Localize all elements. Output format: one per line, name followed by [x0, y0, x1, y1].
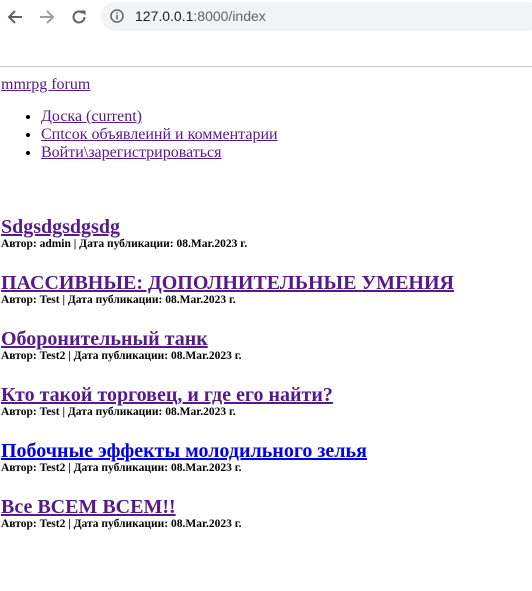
post-title-link[interactable]: Побочные эффекты молодильного зелья: [1, 440, 531, 462]
nav-link-board[interactable]: Доска (current): [41, 108, 142, 125]
post-title-link[interactable]: Все ВСЕМ ВСЕМ!!: [1, 496, 531, 518]
post-meta: Автор: Test | Дата публикации: 08.Mar.20…: [1, 294, 236, 306]
post-title-link[interactable]: ПАССИВНЫЕ: ДОПОЛНИТЕЛЬНЫЕ УМЕНИЯ: [1, 272, 531, 294]
nav-link-login[interactable]: Войти\зарегистрироваться: [41, 144, 222, 161]
main-nav: Доска (current) Спtсок объявлеинй и комм…: [0, 108, 278, 162]
browser-toolbar: 127.0.0.1:8000/index: [0, 0, 532, 34]
address-bar[interactable]: 127.0.0.1:8000/index: [101, 2, 532, 31]
post-list: Sdgsdgsdgsdg Автор: admin | Дата публика…: [1, 216, 531, 552]
nav-item: Доска (current): [41, 108, 278, 126]
post-meta: Автор: Test2 | Дата публикации: 08.Mar.2…: [1, 350, 242, 362]
post-item: Кто такой торговец, и где его найти? Авт…: [1, 384, 531, 440]
nav-item: Войти\зарегистрироваться: [41, 144, 278, 162]
url-path: :8000/index: [193, 8, 266, 24]
site-brand-link[interactable]: mmrpg forum: [1, 76, 90, 94]
toolbar-divider: [0, 66, 532, 67]
back-arrow-icon: [7, 10, 22, 24]
post-title-link[interactable]: Кто такой торговец, и где его найти?: [1, 384, 531, 406]
post-title-link[interactable]: Sdgsdgsdgsdg: [1, 216, 531, 238]
forward-arrow-icon: [40, 10, 55, 24]
post-title-link[interactable]: Оборонительный танк: [1, 328, 531, 350]
info-icon[interactable]: [110, 9, 124, 23]
reload-icon: [72, 10, 86, 24]
post-meta: Автор: Test2 | Дата публикации: 08.Mar.2…: [1, 518, 242, 530]
post-item: Все ВСЕМ ВСЕМ!! Автор: Test2 | Дата публ…: [1, 496, 531, 552]
url-text[interactable]: 127.0.0.1:8000/index: [135, 7, 266, 26]
nav-link-list[interactable]: Спtсок объявлеинй и комментарии: [41, 126, 278, 143]
post-meta: Автор: Test2 | Дата публикации: 08.Mar.2…: [1, 462, 242, 474]
post-item: Побочные эффекты молодильного зелья Авто…: [1, 440, 531, 496]
nav-item: Спtсок объявлеинй и комментарии: [41, 126, 278, 144]
reload-button[interactable]: [67, 5, 91, 29]
post-item: Оборонительный танк Автор: Test2 | Дата …: [1, 328, 531, 384]
forward-button[interactable]: [35, 5, 59, 29]
url-host: 127.0.0.1: [135, 8, 194, 24]
post-meta: Автор: Test | Дата публикации: 08.Mar.20…: [1, 406, 236, 418]
post-meta: Автор: admin | Дата публикации: 08.Mar.2…: [1, 238, 248, 250]
post-item: Sdgsdgsdgsdg Автор: admin | Дата публика…: [1, 216, 531, 272]
post-item: ПАССИВНЫЕ: ДОПОЛНИТЕЛЬНЫЕ УМЕНИЯ Автор: …: [1, 272, 531, 328]
back-button[interactable]: [3, 5, 27, 29]
